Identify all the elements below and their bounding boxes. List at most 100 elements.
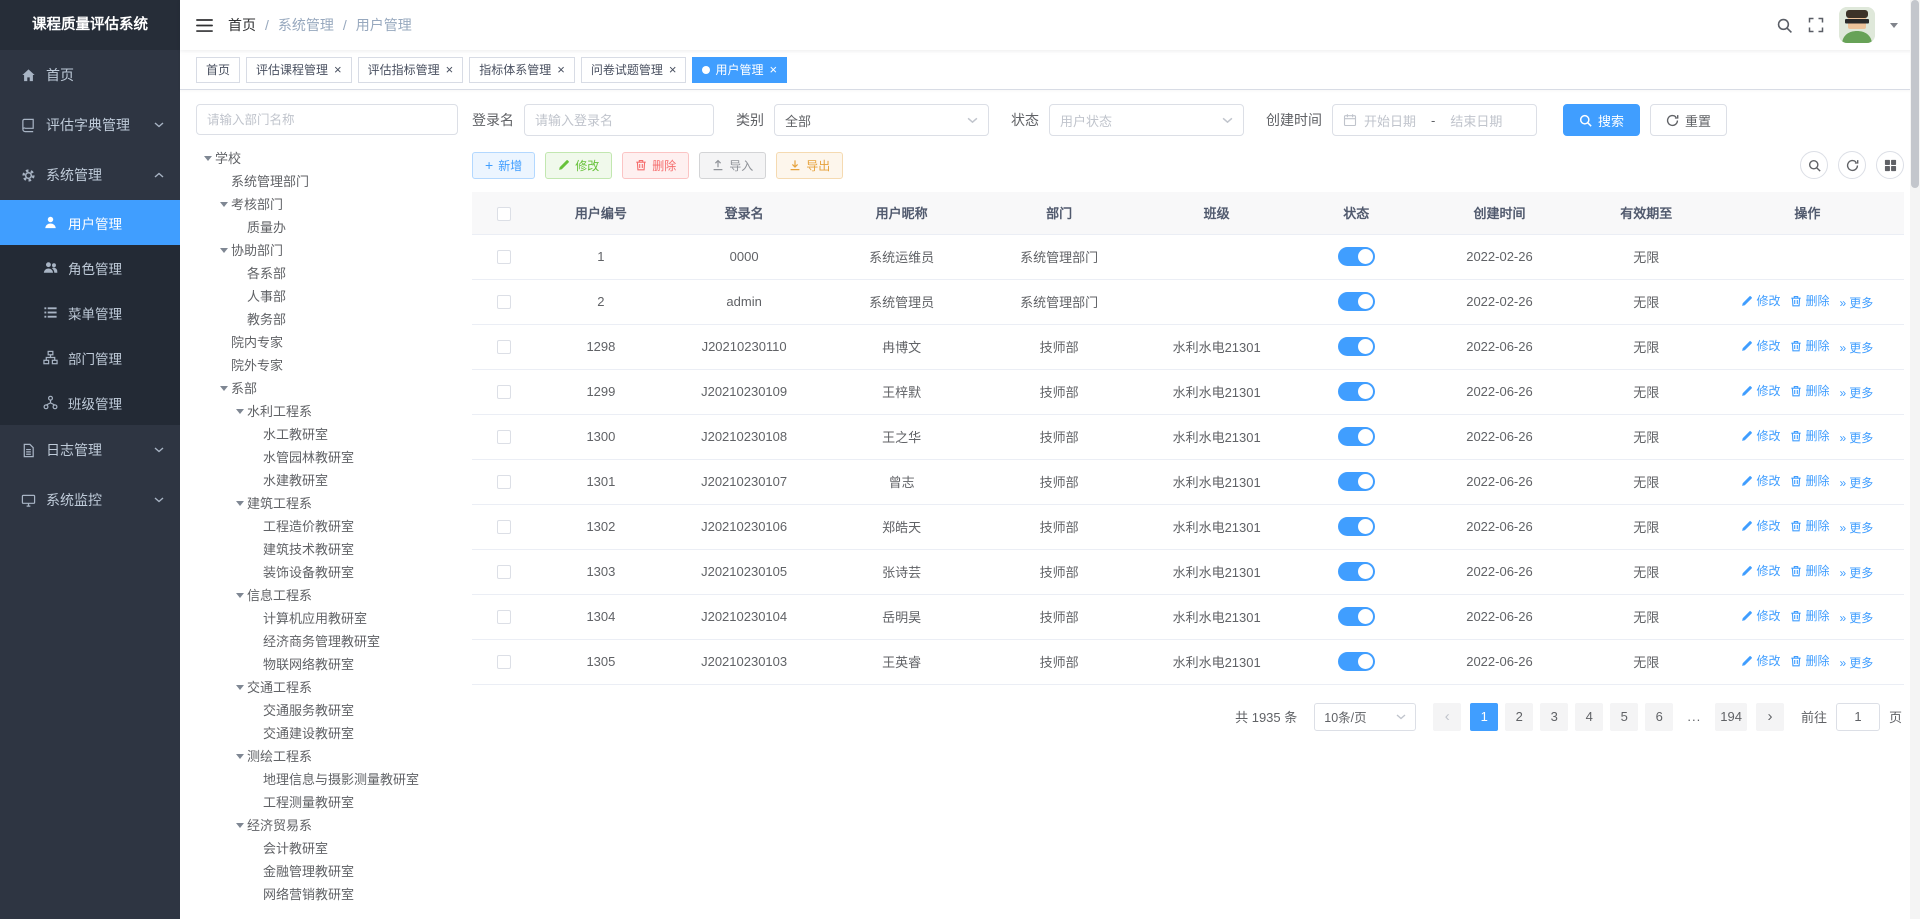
import-button[interactable]: 导入 <box>699 151 767 179</box>
row-delete-button[interactable]: 删除 <box>1790 427 1830 444</box>
row-more-button[interactable]: » 更多 <box>1840 654 1874 671</box>
tree-node[interactable]: 水管园林教研室 <box>196 445 458 468</box>
chevron-down-icon[interactable] <box>1890 23 1898 32</box>
tree-node[interactable]: 工程造价教研室 <box>196 514 458 537</box>
tree-node[interactable]: 交通服务教研室 <box>196 698 458 721</box>
row-delete-button[interactable]: 删除 <box>1790 652 1830 669</box>
delete-button[interactable]: 删除 <box>622 151 690 179</box>
tree-node[interactable]: 金融管理教研室 <box>196 859 458 882</box>
row-edit-button[interactable]: 修改 <box>1741 382 1780 399</box>
row-more-button[interactable]: » 更多 <box>1840 474 1874 491</box>
breadcrumb-home[interactable]: 首页 <box>228 15 256 35</box>
caret-icon[interactable] <box>232 588 247 602</box>
tree-node[interactable]: 院内专家 <box>196 330 458 353</box>
tree-node[interactable]: 水工教研室 <box>196 422 458 445</box>
row-edit-button[interactable]: 修改 <box>1741 337 1780 354</box>
edit-button[interactable]: 修改 <box>545 151 613 179</box>
row-delete-button[interactable]: 删除 <box>1790 337 1830 354</box>
caret-icon[interactable] <box>232 818 247 832</box>
tree-node[interactable]: 各系部 <box>196 261 458 284</box>
tree-node[interactable]: 信息工程系 <box>196 583 458 606</box>
tree-node[interactable]: 交通工程系 <box>196 675 458 698</box>
row-more-button[interactable]: » 更多 <box>1840 294 1874 311</box>
dept-search-input[interactable] <box>196 104 458 135</box>
status-toggle[interactable] <box>1337 427 1375 446</box>
fullscreen-icon[interactable] <box>1808 17 1824 33</box>
row-checkbox[interactable] <box>497 340 512 355</box>
caret-icon[interactable] <box>216 381 231 395</box>
row-edit-button[interactable]: 修改 <box>1741 607 1780 624</box>
tree-node[interactable]: 质量办 <box>196 215 458 238</box>
login-name-input[interactable] <box>524 104 714 136</box>
tree-node[interactable]: 测绘工程系 <box>196 744 458 767</box>
status-toggle[interactable] <box>1337 382 1375 401</box>
row-delete-button[interactable]: 删除 <box>1790 472 1830 489</box>
row-more-button[interactable]: » 更多 <box>1840 384 1874 401</box>
caret-icon[interactable] <box>232 749 247 763</box>
tree-node[interactable]: 装饰设备教研室 <box>196 560 458 583</box>
create-time-range-picker[interactable]: 开始日期 - 结束日期 <box>1332 104 1537 136</box>
page-button-3[interactable]: 3 <box>1540 702 1569 731</box>
row-edit-button[interactable]: 修改 <box>1741 517 1780 534</box>
row-more-button[interactable]: » 更多 <box>1840 564 1874 581</box>
row-checkbox[interactable] <box>497 430 512 445</box>
page-button-194[interactable]: 194 <box>1715 702 1747 731</box>
tree-node[interactable]: 建筑技术教研室 <box>196 537 458 560</box>
page-button-6[interactable]: 6 <box>1645 702 1674 731</box>
tree-node[interactable]: 系统管理部门 <box>196 169 458 192</box>
scrollbar[interactable] <box>1910 0 1920 919</box>
pages-ellipsis[interactable]: ... <box>1680 709 1708 724</box>
sidebar-item-role-manage[interactable]: 角色管理 <box>0 245 180 290</box>
avatar[interactable] <box>1839 7 1875 43</box>
row-checkbox[interactable] <box>497 655 512 670</box>
refresh-icon[interactable] <box>1838 151 1866 179</box>
row-edit-button[interactable]: 修改 <box>1741 562 1780 579</box>
export-button[interactable]: 导出 <box>776 151 844 179</box>
tree-node[interactable]: 考核部门 <box>196 192 458 215</box>
tab-user-manage[interactable]: 用户管理 × <box>692 56 788 83</box>
row-more-button[interactable]: » 更多 <box>1840 609 1874 626</box>
status-toggle[interactable] <box>1337 562 1375 581</box>
sidebar-item-system-monitor[interactable]: 系统监控 <box>0 475 180 525</box>
row-edit-button[interactable]: 修改 <box>1741 292 1780 309</box>
scrollbar-thumb[interactable] <box>1911 0 1919 188</box>
tree-node[interactable]: 交通建设教研室 <box>196 721 458 744</box>
caret-icon[interactable] <box>232 680 247 694</box>
row-checkbox[interactable] <box>497 385 512 400</box>
tree-node[interactable]: 经济商务管理教研室 <box>196 629 458 652</box>
row-checkbox[interactable] <box>497 565 512 580</box>
sidebar-item-home[interactable]: 首页 <box>0 50 180 100</box>
page-button-2[interactable]: 2 <box>1505 702 1534 731</box>
category-select[interactable]: 全部 <box>774 104 989 136</box>
sidebar-item-user-manage[interactable]: 用户管理 <box>0 200 180 245</box>
close-icon[interactable]: × <box>557 63 565 76</box>
close-icon[interactable]: × <box>769 63 777 76</box>
status-toggle[interactable] <box>1337 607 1375 626</box>
status-toggle[interactable] <box>1337 517 1375 536</box>
toggle-search-icon[interactable] <box>1800 151 1828 179</box>
caret-icon[interactable] <box>216 197 231 211</box>
tree-node[interactable]: 建筑工程系 <box>196 491 458 514</box>
hamburger-icon[interactable] <box>196 18 213 33</box>
tab-home[interactable]: 首页 <box>196 56 241 83</box>
status-toggle[interactable] <box>1337 292 1375 311</box>
row-delete-button[interactable]: 删除 <box>1790 517 1830 534</box>
tree-node[interactable]: 计算机应用教研室 <box>196 606 458 629</box>
row-more-button[interactable]: » 更多 <box>1840 429 1874 446</box>
row-checkbox[interactable] <box>497 475 512 490</box>
row-edit-button[interactable]: 修改 <box>1741 652 1780 669</box>
tree-node[interactable]: 网络营销教研室 <box>196 882 458 905</box>
row-checkbox[interactable] <box>497 250 512 265</box>
tree-node[interactable]: 教务部 <box>196 307 458 330</box>
status-toggle[interactable] <box>1337 247 1375 266</box>
next-page-button[interactable]: › <box>1755 702 1784 731</box>
status-toggle[interactable] <box>1337 652 1375 671</box>
caret-icon[interactable] <box>216 243 231 257</box>
sidebar-item-dept-manage[interactable]: 部门管理 <box>0 335 180 380</box>
close-icon[interactable]: × <box>446 63 454 76</box>
close-icon[interactable]: × <box>669 63 677 76</box>
sidebar-item-eval-dict-manage[interactable]: 评估字典管理 <box>0 100 180 150</box>
reset-button[interactable]: 重置 <box>1650 104 1728 136</box>
row-checkbox[interactable] <box>497 610 512 625</box>
page-button-4[interactable]: 4 <box>1575 702 1604 731</box>
